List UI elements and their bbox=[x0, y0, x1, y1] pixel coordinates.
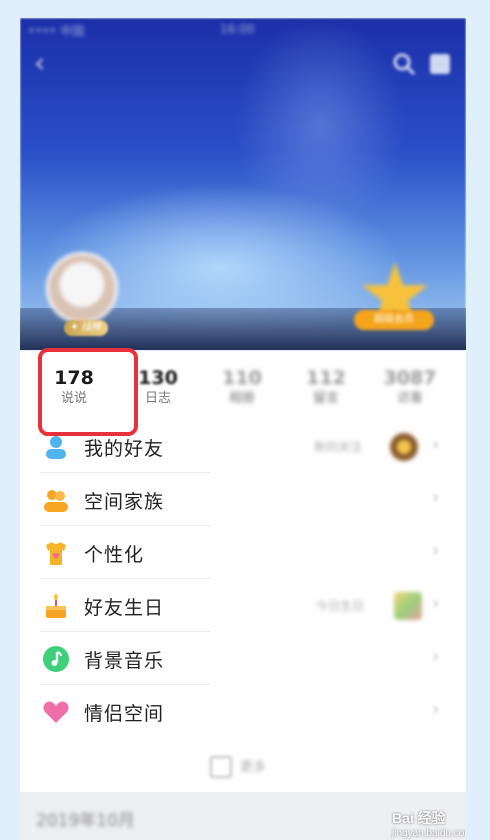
phone-screen: •••• 中国 16:00 ‹ ✦ 战神 超级会员 178 说说 130 日志 … bbox=[20, 18, 466, 840]
stat-value: 112 bbox=[306, 367, 346, 389]
chevron-right-icon: › bbox=[432, 540, 440, 561]
chevron-right-icon: › bbox=[432, 699, 440, 720]
friends-icon bbox=[46, 436, 66, 459]
more-menu-icon[interactable] bbox=[428, 52, 452, 76]
feature-menu: 我的好友 新的关注 › 空间家族 › 个性化 › 好友生日 今日生日 › 背景音… bbox=[20, 420, 466, 738]
family-icon bbox=[44, 490, 68, 512]
menu-item-label: 背景音乐 bbox=[84, 650, 165, 672]
stat-value: 3087 bbox=[383, 367, 437, 389]
stat-value: 110 bbox=[222, 367, 262, 389]
back-arrow-icon[interactable]: ‹ bbox=[34, 48, 58, 78]
chevron-right-icon: › bbox=[432, 646, 440, 667]
more-label: 更多 bbox=[240, 760, 267, 775]
stat-label: 留言 bbox=[312, 391, 339, 406]
menu-item-personalize[interactable]: 个性化 › bbox=[20, 526, 466, 579]
menu-item-couple[interactable]: 情侣空间 › bbox=[20, 685, 466, 738]
menu-item-label: 情侣空间 bbox=[84, 703, 165, 725]
stat-liuyan[interactable]: 112 留言 bbox=[286, 366, 366, 408]
menu-item-birthday[interactable]: 好友生日 今日生日 › bbox=[20, 579, 466, 632]
menu-item-label: 我的好友 bbox=[84, 438, 165, 460]
menu-item-label: 个性化 bbox=[84, 544, 145, 566]
heart-icon bbox=[43, 701, 69, 723]
watermark-brand: Bai 经验 bbox=[392, 810, 446, 826]
vip-label: 超级会员 bbox=[354, 310, 434, 330]
menu-item-friends[interactable]: 我的好友 新的关注 › bbox=[20, 420, 466, 473]
stat-fangke[interactable]: 3087 访客 bbox=[370, 366, 450, 408]
birthday-thumbnail bbox=[394, 592, 422, 620]
menu-item-label: 空间家族 bbox=[84, 491, 165, 513]
menu-item-note: 今日生日 bbox=[316, 599, 365, 613]
watermark-url: jingyan.baidu.com bbox=[392, 828, 466, 839]
menu-item-family[interactable]: 空间家族 › bbox=[20, 473, 466, 526]
menu-item-note: 新的关注 bbox=[314, 440, 363, 454]
stat-label: 访客 bbox=[396, 391, 423, 406]
status-time: 16:00 bbox=[220, 22, 255, 36]
stat-label: 相册 bbox=[228, 391, 255, 406]
menu-item-music[interactable]: 背景音乐 › bbox=[20, 632, 466, 685]
stat-xiangce[interactable]: 110 相册 bbox=[202, 366, 282, 408]
friend-avatar bbox=[390, 433, 418, 461]
search-icon[interactable] bbox=[392, 52, 416, 76]
avatar[interactable] bbox=[46, 252, 118, 324]
chevron-right-icon: › bbox=[432, 593, 440, 614]
tshirt-icon bbox=[46, 542, 66, 565]
timeline-date: 2019年10月 bbox=[36, 811, 135, 831]
more-icon bbox=[210, 756, 232, 778]
watermark: Bai 经验 jingyan.baidu.com bbox=[392, 808, 466, 839]
status-carrier: •••• 中国 bbox=[28, 24, 85, 38]
music-note-icon bbox=[43, 646, 69, 672]
level-badge: ✦ 战神 bbox=[64, 320, 108, 336]
more-button[interactable]: 更多 bbox=[20, 736, 466, 792]
birthday-cake-icon bbox=[46, 594, 66, 618]
menu-item-label: 好友生日 bbox=[84, 597, 165, 619]
chevron-right-icon: › bbox=[432, 487, 440, 508]
chevron-right-icon: › bbox=[432, 434, 440, 455]
